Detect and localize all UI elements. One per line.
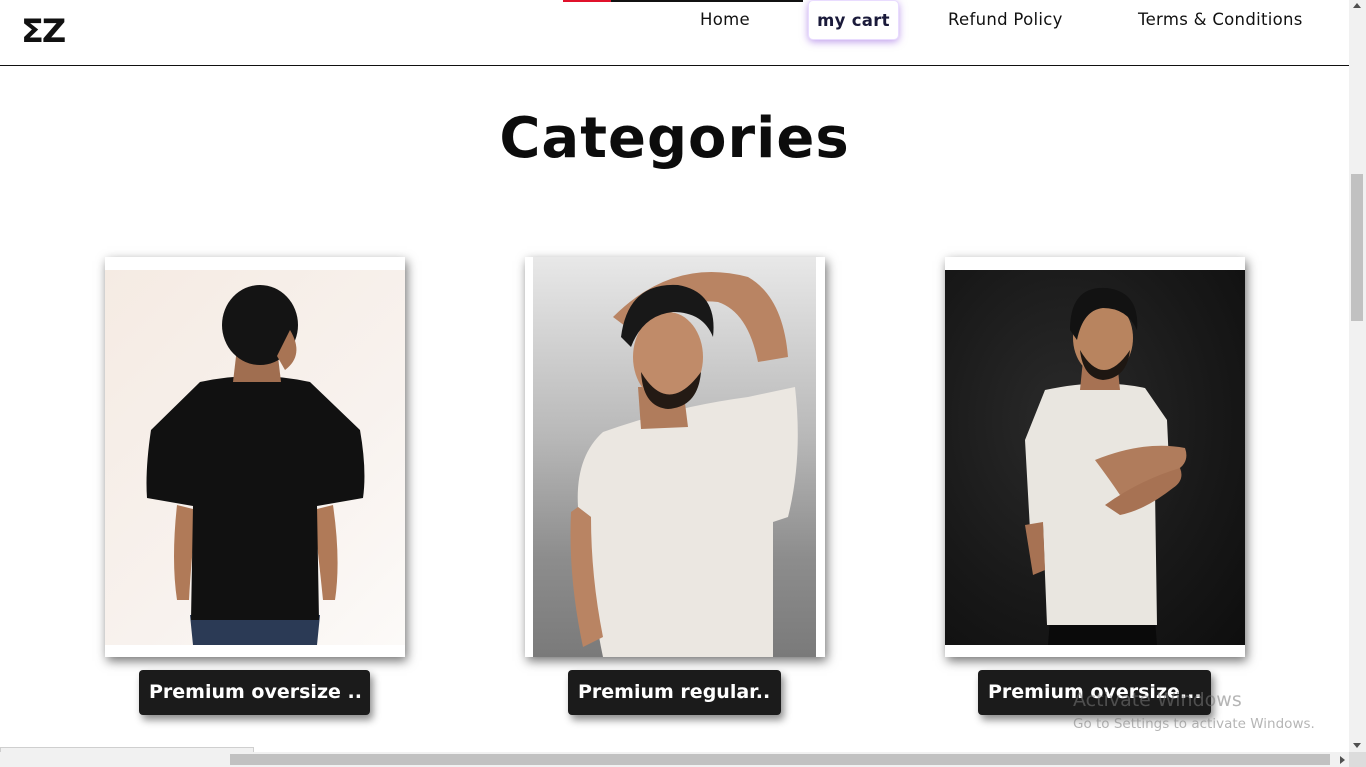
scroll-right-arrow-icon[interactable] — [1340, 756, 1345, 764]
category-label-button-1[interactable]: Premium oversize .. — [139, 670, 370, 715]
product-photo — [533, 257, 816, 657]
page: ΣZ Home my cart Refund Policy Terms & Co… — [0, 0, 1366, 767]
model-back-view-illustration — [146, 285, 365, 645]
vertical-scrollbar[interactable] — [1349, 0, 1366, 752]
model-dark-background-illustration — [1025, 287, 1187, 645]
horizontal-scrollbar[interactable] — [0, 752, 1349, 767]
scroll-down-arrow-icon[interactable] — [1353, 743, 1361, 748]
category-label-button-2[interactable]: Premium regular.. — [568, 670, 781, 715]
product-photo — [945, 270, 1245, 645]
product-photo — [105, 270, 405, 645]
category-card-2[interactable] — [525, 257, 825, 657]
model-front-pose-illustration — [570, 272, 798, 657]
watermark-title: Activate Windows — [1073, 689, 1242, 711]
nav-refund-policy-link[interactable]: Refund Policy — [948, 0, 1063, 40]
category-card-3[interactable] — [945, 257, 1245, 657]
nav-terms-link[interactable]: Terms & Conditions — [1138, 0, 1303, 40]
watermark-subtitle: Go to Settings to activate Windows. — [1073, 716, 1315, 732]
windows-activation-watermark: Activate Windows Go to Settings to activ… — [1073, 688, 1315, 734]
loading-progress-bar — [563, 0, 803, 2]
scrollbar-corner — [1349, 752, 1366, 767]
horizontal-scroll-thumb[interactable] — [230, 754, 1330, 765]
nav-home-link[interactable]: Home — [700, 0, 750, 40]
category-card-1[interactable] — [105, 257, 405, 657]
scroll-up-arrow-icon[interactable] — [1353, 3, 1361, 8]
site-logo[interactable]: ΣZ — [21, 11, 66, 51]
site-header: ΣZ Home my cart Refund Policy Terms & Co… — [0, 0, 1349, 66]
page-title: Categories — [499, 106, 850, 171]
progress-accent — [563, 0, 611, 2]
vertical-scroll-thumb[interactable] — [1351, 174, 1363, 321]
nav-my-cart-button[interactable]: my cart — [808, 0, 899, 40]
